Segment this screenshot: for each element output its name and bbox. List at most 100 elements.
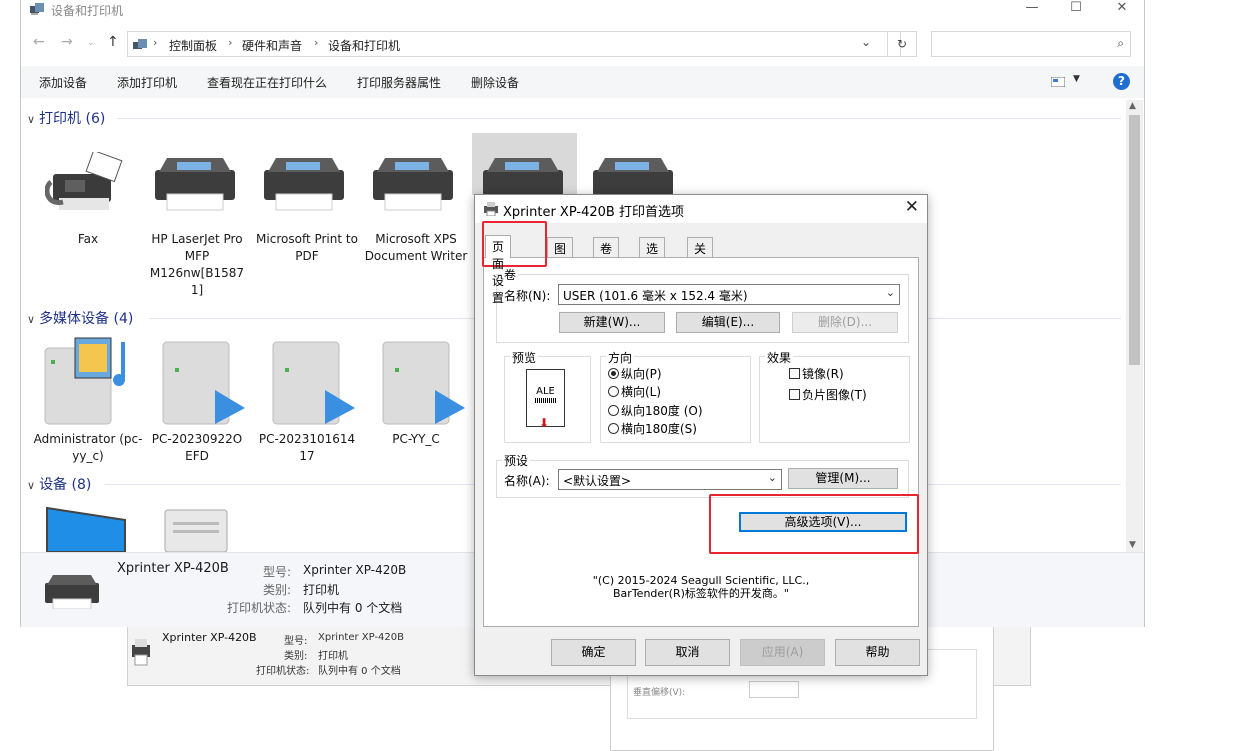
orientation-portrait180-radio[interactable]: 纵向180度 (O) bbox=[608, 402, 703, 419]
scrollbar-thumb[interactable] bbox=[1129, 115, 1140, 365]
printer-icon[interactable] bbox=[262, 156, 348, 212]
radio-icon bbox=[608, 405, 619, 416]
details-cat-val: 打印机 bbox=[303, 583, 340, 597]
view-dropdown-icon[interactable]: ▼ bbox=[1073, 74, 1080, 84]
add-printer-button[interactable]: 添加打印机 bbox=[117, 74, 177, 91]
bg-cat-val: 打印机 bbox=[318, 651, 348, 662]
recent-chevron-icon[interactable]: ⌄ bbox=[87, 38, 95, 48]
bg-offset-field bbox=[749, 681, 799, 698]
bg-status-val: 队列中有 0 个文档 bbox=[318, 666, 401, 677]
server-tower-icon[interactable] bbox=[163, 508, 229, 552]
new-stock-button[interactable]: 新建(W)... bbox=[559, 312, 665, 333]
media-item-pc-yy-c[interactable]: PC-YY_C bbox=[361, 431, 471, 448]
tab-stock[interactable]: 卷 bbox=[593, 237, 620, 257]
print-server-props-button[interactable]: 打印服务器属性 bbox=[357, 74, 441, 91]
negative-checkbox[interactable]: 负片图像(T) bbox=[789, 386, 867, 403]
edit-stock-button[interactable]: 编辑(E)... bbox=[676, 312, 780, 333]
radio-selected-icon bbox=[608, 368, 619, 379]
close-button[interactable]: ✕ bbox=[1099, 0, 1145, 18]
section-devices-label: 设备 (8) bbox=[39, 477, 92, 493]
breadcrumb-control-panel[interactable]: 控制面板 bbox=[169, 37, 217, 54]
refresh-button[interactable]: ↻ bbox=[887, 31, 917, 57]
manage-presets-button[interactable]: 管理(M)... bbox=[788, 468, 898, 489]
media-server-icon[interactable] bbox=[381, 340, 467, 426]
up-arrow-icon[interactable]: ↑ bbox=[107, 34, 119, 50]
ok-button[interactable]: 确定 bbox=[551, 639, 636, 666]
orientation-landscape-radio[interactable]: 横向(L) bbox=[608, 383, 661, 400]
details-status-val: 队列中有 0 个文档 bbox=[303, 601, 403, 615]
media-item-pc-20231016[interactable]: PC-2023101614 17 bbox=[252, 431, 362, 465]
chevron-down-icon: ⌄ bbox=[767, 471, 777, 484]
forward-arrow-icon[interactable]: → bbox=[61, 34, 73, 50]
media-item-pc-20230922[interactable]: PC-20230922O EFD bbox=[142, 431, 252, 465]
printer-item-hp[interactable]: HP LaserJet Pro MFP M126nw[B1587 1] bbox=[142, 231, 252, 299]
printer-item-fax[interactable]: Fax bbox=[33, 231, 143, 248]
title-bar: 设备和打印机 — ☐ ✕ bbox=[21, 0, 1144, 20]
dialog-title-bar: Xprinter XP-420B 打印首选项 ✕ bbox=[475, 195, 927, 223]
cancel-button[interactable]: 取消 bbox=[645, 639, 730, 666]
scroll-down-icon[interactable]: ▼ bbox=[1129, 540, 1136, 550]
tab-options[interactable]: 选项 bbox=[639, 237, 666, 273]
search-input[interactable]: ⌕ bbox=[931, 31, 1131, 57]
add-device-button[interactable]: 添加设备 bbox=[39, 74, 87, 91]
media-item-administrator[interactable]: Administrator (pc-yy_c) bbox=[33, 431, 143, 465]
effects-group-label: 效果 bbox=[765, 349, 794, 366]
printer-icon bbox=[132, 639, 150, 666]
help-button[interactable]: 帮助 bbox=[835, 639, 920, 666]
preset-value: <默认设置> bbox=[563, 474, 632, 488]
remove-device-button[interactable]: 删除设备 bbox=[471, 74, 519, 91]
media-server-icon[interactable] bbox=[43, 336, 143, 428]
printer-item-ms-xps[interactable]: Microsoft XPS Document Writer bbox=[361, 231, 471, 265]
chevron-down-icon: ⌄ bbox=[885, 286, 895, 299]
stock-name-select[interactable]: USER (101.6 毫米 x 152.4 毫米) ⌄ bbox=[558, 284, 900, 305]
address-bar[interactable]: › 控制面板 › 硬件和声音 › 设备和打印机 ⌄ bbox=[127, 31, 901, 57]
breadcrumb-devices-printers[interactable]: 设备和打印机 bbox=[328, 37, 400, 54]
orientation-portrait-radio[interactable]: 纵向(P) bbox=[608, 365, 662, 382]
orientation-portrait180-label: 纵向180度 (O) bbox=[621, 404, 703, 418]
printer-icon[interactable] bbox=[591, 156, 677, 196]
tab-graphics[interactable]: 图形 bbox=[547, 237, 574, 273]
mirror-checkbox[interactable]: 镜像(R) bbox=[789, 365, 844, 382]
details-status-key: 打印机状态: bbox=[226, 601, 291, 615]
checkbox-icon bbox=[789, 389, 800, 400]
address-row: ← → ⌄ ↑ › 控制面板 › 硬件和声音 › 设备和打印机 ⌄ ↻ ⌕ bbox=[21, 31, 1144, 57]
section-devices[interactable]: ∨ 设备 (8) bbox=[27, 474, 91, 494]
stock-name-label: 名称(N): bbox=[504, 289, 551, 303]
back-arrow-icon[interactable]: ← bbox=[33, 34, 45, 50]
printer-icon[interactable] bbox=[481, 156, 567, 196]
search-icon: ⌕ bbox=[1117, 36, 1124, 50]
details-model-key: 型号: bbox=[262, 565, 291, 579]
bg-model-val: Xprinter XP-420B bbox=[318, 632, 405, 643]
printer-item-ms-pdf[interactable]: Microsoft Print to PDF bbox=[252, 231, 362, 265]
tab-about[interactable]: 关于 bbox=[687, 237, 714, 273]
printer-icon[interactable] bbox=[153, 156, 239, 212]
section-printers[interactable]: ∨ 打印机 (6) bbox=[27, 108, 105, 128]
maximize-button[interactable]: ☐ bbox=[1053, 0, 1099, 18]
preset-select[interactable]: <默认设置> ⌄ bbox=[558, 469, 782, 490]
media-server-icon[interactable] bbox=[271, 340, 357, 426]
dialog-close-icon[interactable]: ✕ bbox=[905, 197, 919, 217]
help-icon[interactable]: ? bbox=[1113, 73, 1130, 90]
printer-icon bbox=[45, 575, 99, 609]
delete-stock-button[interactable]: 删除(D)... bbox=[792, 312, 898, 333]
tab-page-setup[interactable]: 页面设置 bbox=[485, 235, 512, 305]
fax-icon[interactable] bbox=[45, 152, 131, 214]
see-printing-button[interactable]: 查看现在正在打印什么 bbox=[207, 74, 327, 91]
printer-icon[interactable] bbox=[371, 156, 457, 212]
preview-group-label: 预览 bbox=[510, 349, 539, 366]
radio-icon bbox=[608, 423, 619, 434]
section-media[interactable]: ∨ 多媒体设备 (4) bbox=[27, 308, 133, 328]
scroll-up-icon[interactable]: ▲ bbox=[1129, 101, 1136, 111]
printer-icon bbox=[484, 202, 498, 216]
address-dropdown-icon[interactable]: ⌄ bbox=[861, 35, 871, 49]
vertical-scrollbar[interactable]: ▲ ▼ bbox=[1126, 100, 1143, 552]
orientation-landscape180-radio[interactable]: 横向180度(S) bbox=[608, 420, 697, 437]
breadcrumb-hardware-sound[interactable]: 硬件和声音 bbox=[242, 37, 302, 54]
view-options-icon[interactable] bbox=[1051, 77, 1065, 87]
apply-button[interactable]: 应用(A) bbox=[740, 639, 825, 666]
preview-text: ALE bbox=[536, 386, 555, 397]
monitor-icon[interactable] bbox=[45, 506, 127, 552]
media-server-icon[interactable] bbox=[161, 340, 247, 426]
minimize-button[interactable]: — bbox=[1009, 0, 1055, 18]
section-media-label: 多媒体设备 (4) bbox=[39, 311, 134, 327]
